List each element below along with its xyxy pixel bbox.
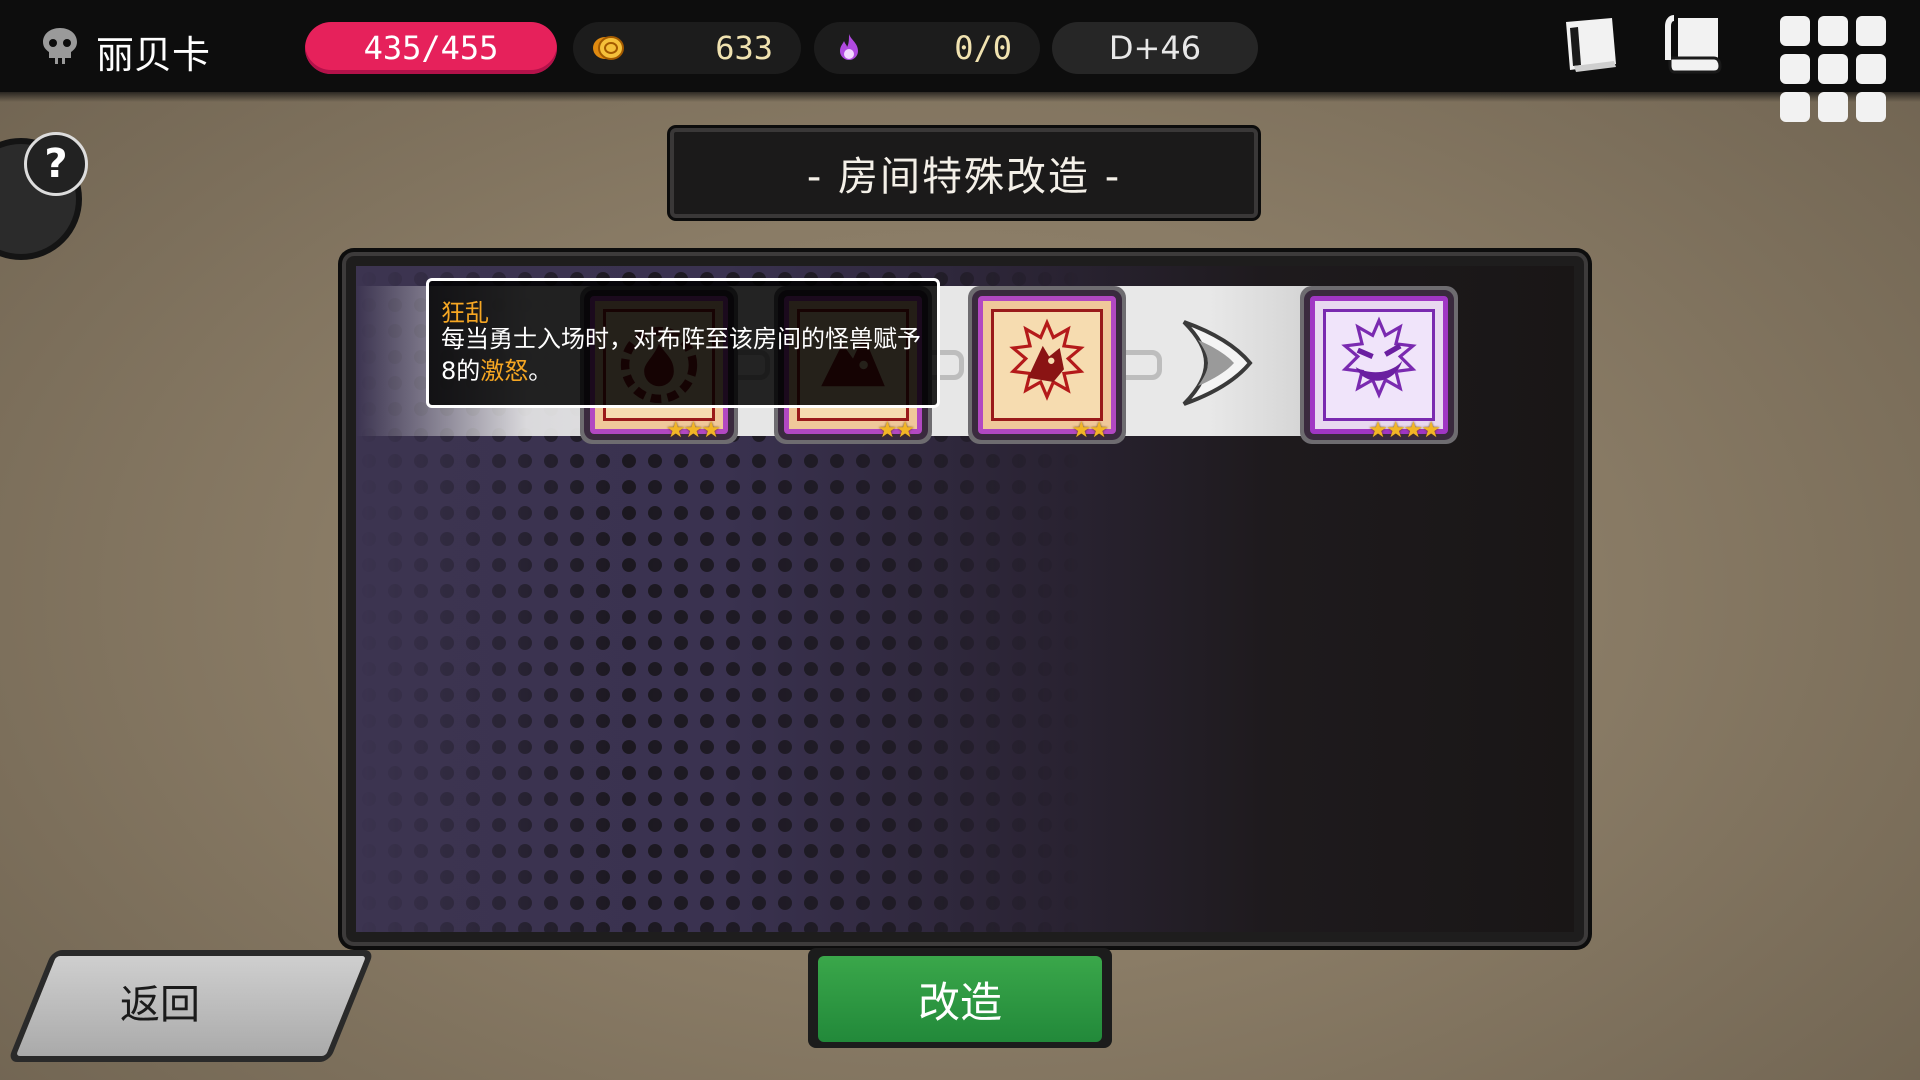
gold-coin-icon: [593, 36, 624, 60]
hp-counter: 435/455: [305, 22, 557, 74]
tooltip-body: 每当勇士入场时，对布阵至该房间的怪兽赋予8的激怒。: [441, 323, 927, 387]
upgrade-card-final[interactable]: ★★★★: [1310, 296, 1448, 443]
card-frame: [1323, 309, 1435, 421]
effect-tooltip: 狂乱 每当勇士入场时，对布阵至该房间的怪兽赋予8的激怒。: [426, 278, 940, 408]
day-value: D+46: [1108, 29, 1202, 67]
mana-counter: 0/0: [814, 22, 1040, 74]
title-banner: - 房间特殊改造 -: [670, 128, 1258, 218]
reform-button[interactable]: 改造: [818, 956, 1102, 1042]
page-title: - 房间特殊改造 -: [806, 154, 1122, 200]
gold-counter: 633: [573, 22, 801, 74]
scroll-icon[interactable]: [1664, 14, 1728, 76]
chevron-right-icon: [1182, 320, 1253, 406]
reform-button-label[interactable]: 改造: [918, 969, 1002, 1030]
card-stars: ★★: [877, 418, 915, 443]
upgrade-card-3[interactable]: ★★: [978, 296, 1116, 443]
player-name: 丽贝卡: [96, 33, 211, 77]
hp-value: 435/455: [363, 29, 499, 67]
tooltip-keyword: 激怒: [480, 357, 529, 385]
skull-icon: [43, 28, 77, 64]
journal-icon[interactable]: [1560, 14, 1624, 76]
mana-value: 0/0: [954, 29, 1012, 67]
purple-flame-icon: [840, 34, 858, 60]
top-bar-edge: [0, 88, 1920, 102]
gold-value: 633: [715, 29, 773, 67]
card-frame: [991, 309, 1103, 421]
card-stars: ★★★: [665, 418, 721, 443]
back-button-label[interactable]: 返回: [120, 972, 200, 1030]
card-stars: ★★★★: [1368, 418, 1441, 443]
tooltip-body-end: 。: [528, 357, 553, 385]
card-stars: ★★: [1071, 418, 1109, 443]
fire-wolf-emblem-icon: [1009, 318, 1085, 401]
day-counter: D+46: [1052, 22, 1258, 74]
grid-menu-icon[interactable]: [1778, 14, 1888, 124]
help-button[interactable]: ?: [24, 132, 88, 196]
frenzy-grin-emblem-icon: [1341, 316, 1417, 399]
chain-link: [1108, 350, 1162, 380]
